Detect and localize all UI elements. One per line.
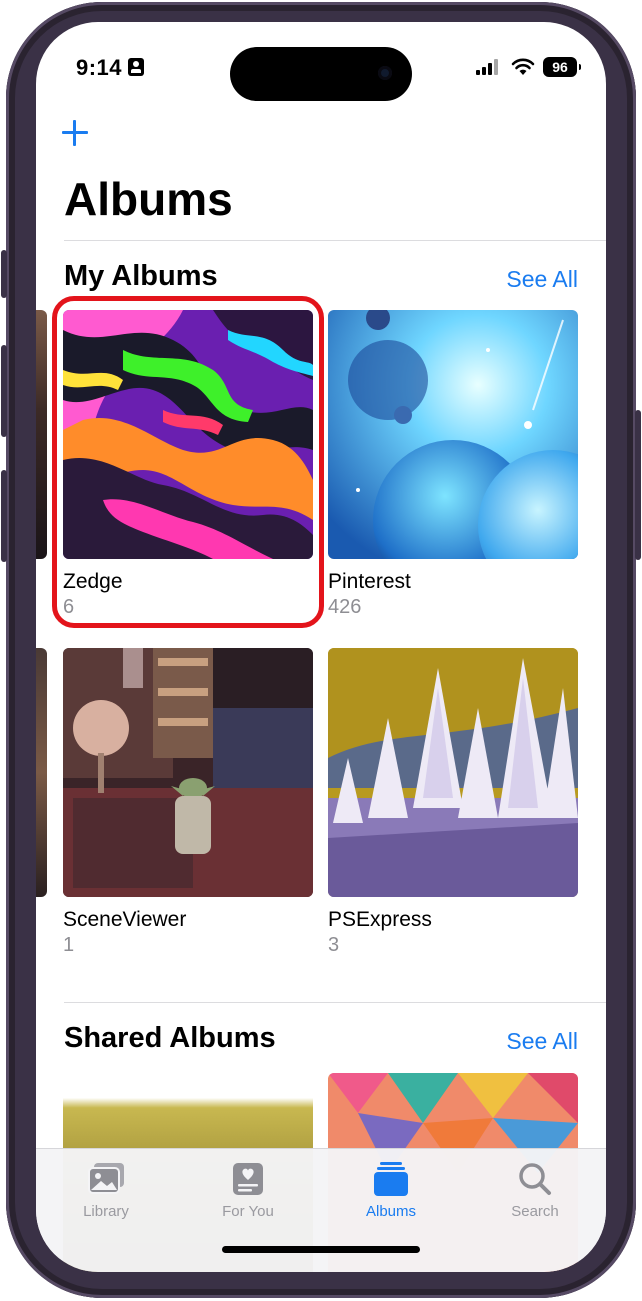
tab-label: Search bbox=[511, 1203, 559, 1220]
battery-indicator: 96 bbox=[543, 57, 581, 77]
album-count: 1 bbox=[63, 934, 75, 956]
album-peek[interactable] bbox=[36, 310, 47, 559]
album-count: 3 bbox=[328, 934, 340, 956]
tab-albums[interactable]: Albums bbox=[336, 1161, 446, 1220]
tab-bar: Library For You Albums Search bbox=[36, 1148, 606, 1272]
photo-library-icon bbox=[88, 1163, 124, 1194]
album-thumbnail bbox=[328, 648, 578, 897]
add-album-button[interactable] bbox=[60, 118, 90, 148]
screen: 9:14 96 Albums My Albums See All Zedge 6… bbox=[36, 22, 606, 1272]
album-name: SceneViewer bbox=[63, 908, 187, 931]
section-divider bbox=[64, 1002, 606, 1003]
volume-up-button bbox=[1, 345, 7, 437]
album-count: 426 bbox=[328, 596, 362, 618]
album-tile-sceneviewer[interactable]: SceneViewer 1 bbox=[63, 648, 313, 957]
tab-label: Albums bbox=[365, 1203, 417, 1220]
volume-down-button bbox=[1, 470, 7, 562]
tab-for-you[interactable]: For You bbox=[193, 1161, 303, 1220]
album-peek[interactable] bbox=[36, 648, 47, 897]
album-thumbnail bbox=[328, 310, 578, 559]
tab-search[interactable]: Search bbox=[480, 1161, 590, 1220]
album-tile-psexpress[interactable]: PSExpress 3 bbox=[328, 648, 578, 957]
albums-stack-icon bbox=[374, 1162, 408, 1196]
album-name: Pinterest bbox=[328, 570, 411, 593]
tab-library[interactable]: Library bbox=[51, 1161, 161, 1220]
home-indicator[interactable] bbox=[222, 1246, 420, 1253]
for-you-icon bbox=[233, 1163, 263, 1195]
front-camera-icon bbox=[378, 66, 392, 80]
action-button bbox=[1, 250, 7, 298]
contact-card-icon bbox=[128, 58, 144, 76]
album-thumbnail bbox=[63, 648, 313, 897]
tab-label: For You bbox=[222, 1203, 274, 1220]
title-divider bbox=[64, 240, 606, 241]
dynamic-island bbox=[230, 47, 412, 101]
album-tile-pinterest[interactable]: Pinterest 426 bbox=[328, 310, 578, 619]
shared-albums-see-all[interactable]: See All bbox=[506, 1028, 578, 1055]
magnifier-icon bbox=[519, 1163, 551, 1195]
status-time: 9:14 bbox=[76, 55, 123, 80]
my-albums-see-all[interactable]: See All bbox=[506, 266, 578, 293]
power-button bbox=[635, 410, 641, 560]
cellular-signal-icon bbox=[476, 59, 500, 75]
tab-label: Library bbox=[83, 1203, 129, 1220]
page-title: Albums bbox=[64, 173, 233, 225]
wifi-icon bbox=[511, 58, 535, 75]
shared-albums-title: Shared Albums bbox=[64, 1022, 276, 1054]
album-name: PSExpress bbox=[328, 908, 432, 931]
zedge-highlight-annotation bbox=[52, 296, 324, 628]
my-albums-title: My Albums bbox=[64, 260, 218, 292]
